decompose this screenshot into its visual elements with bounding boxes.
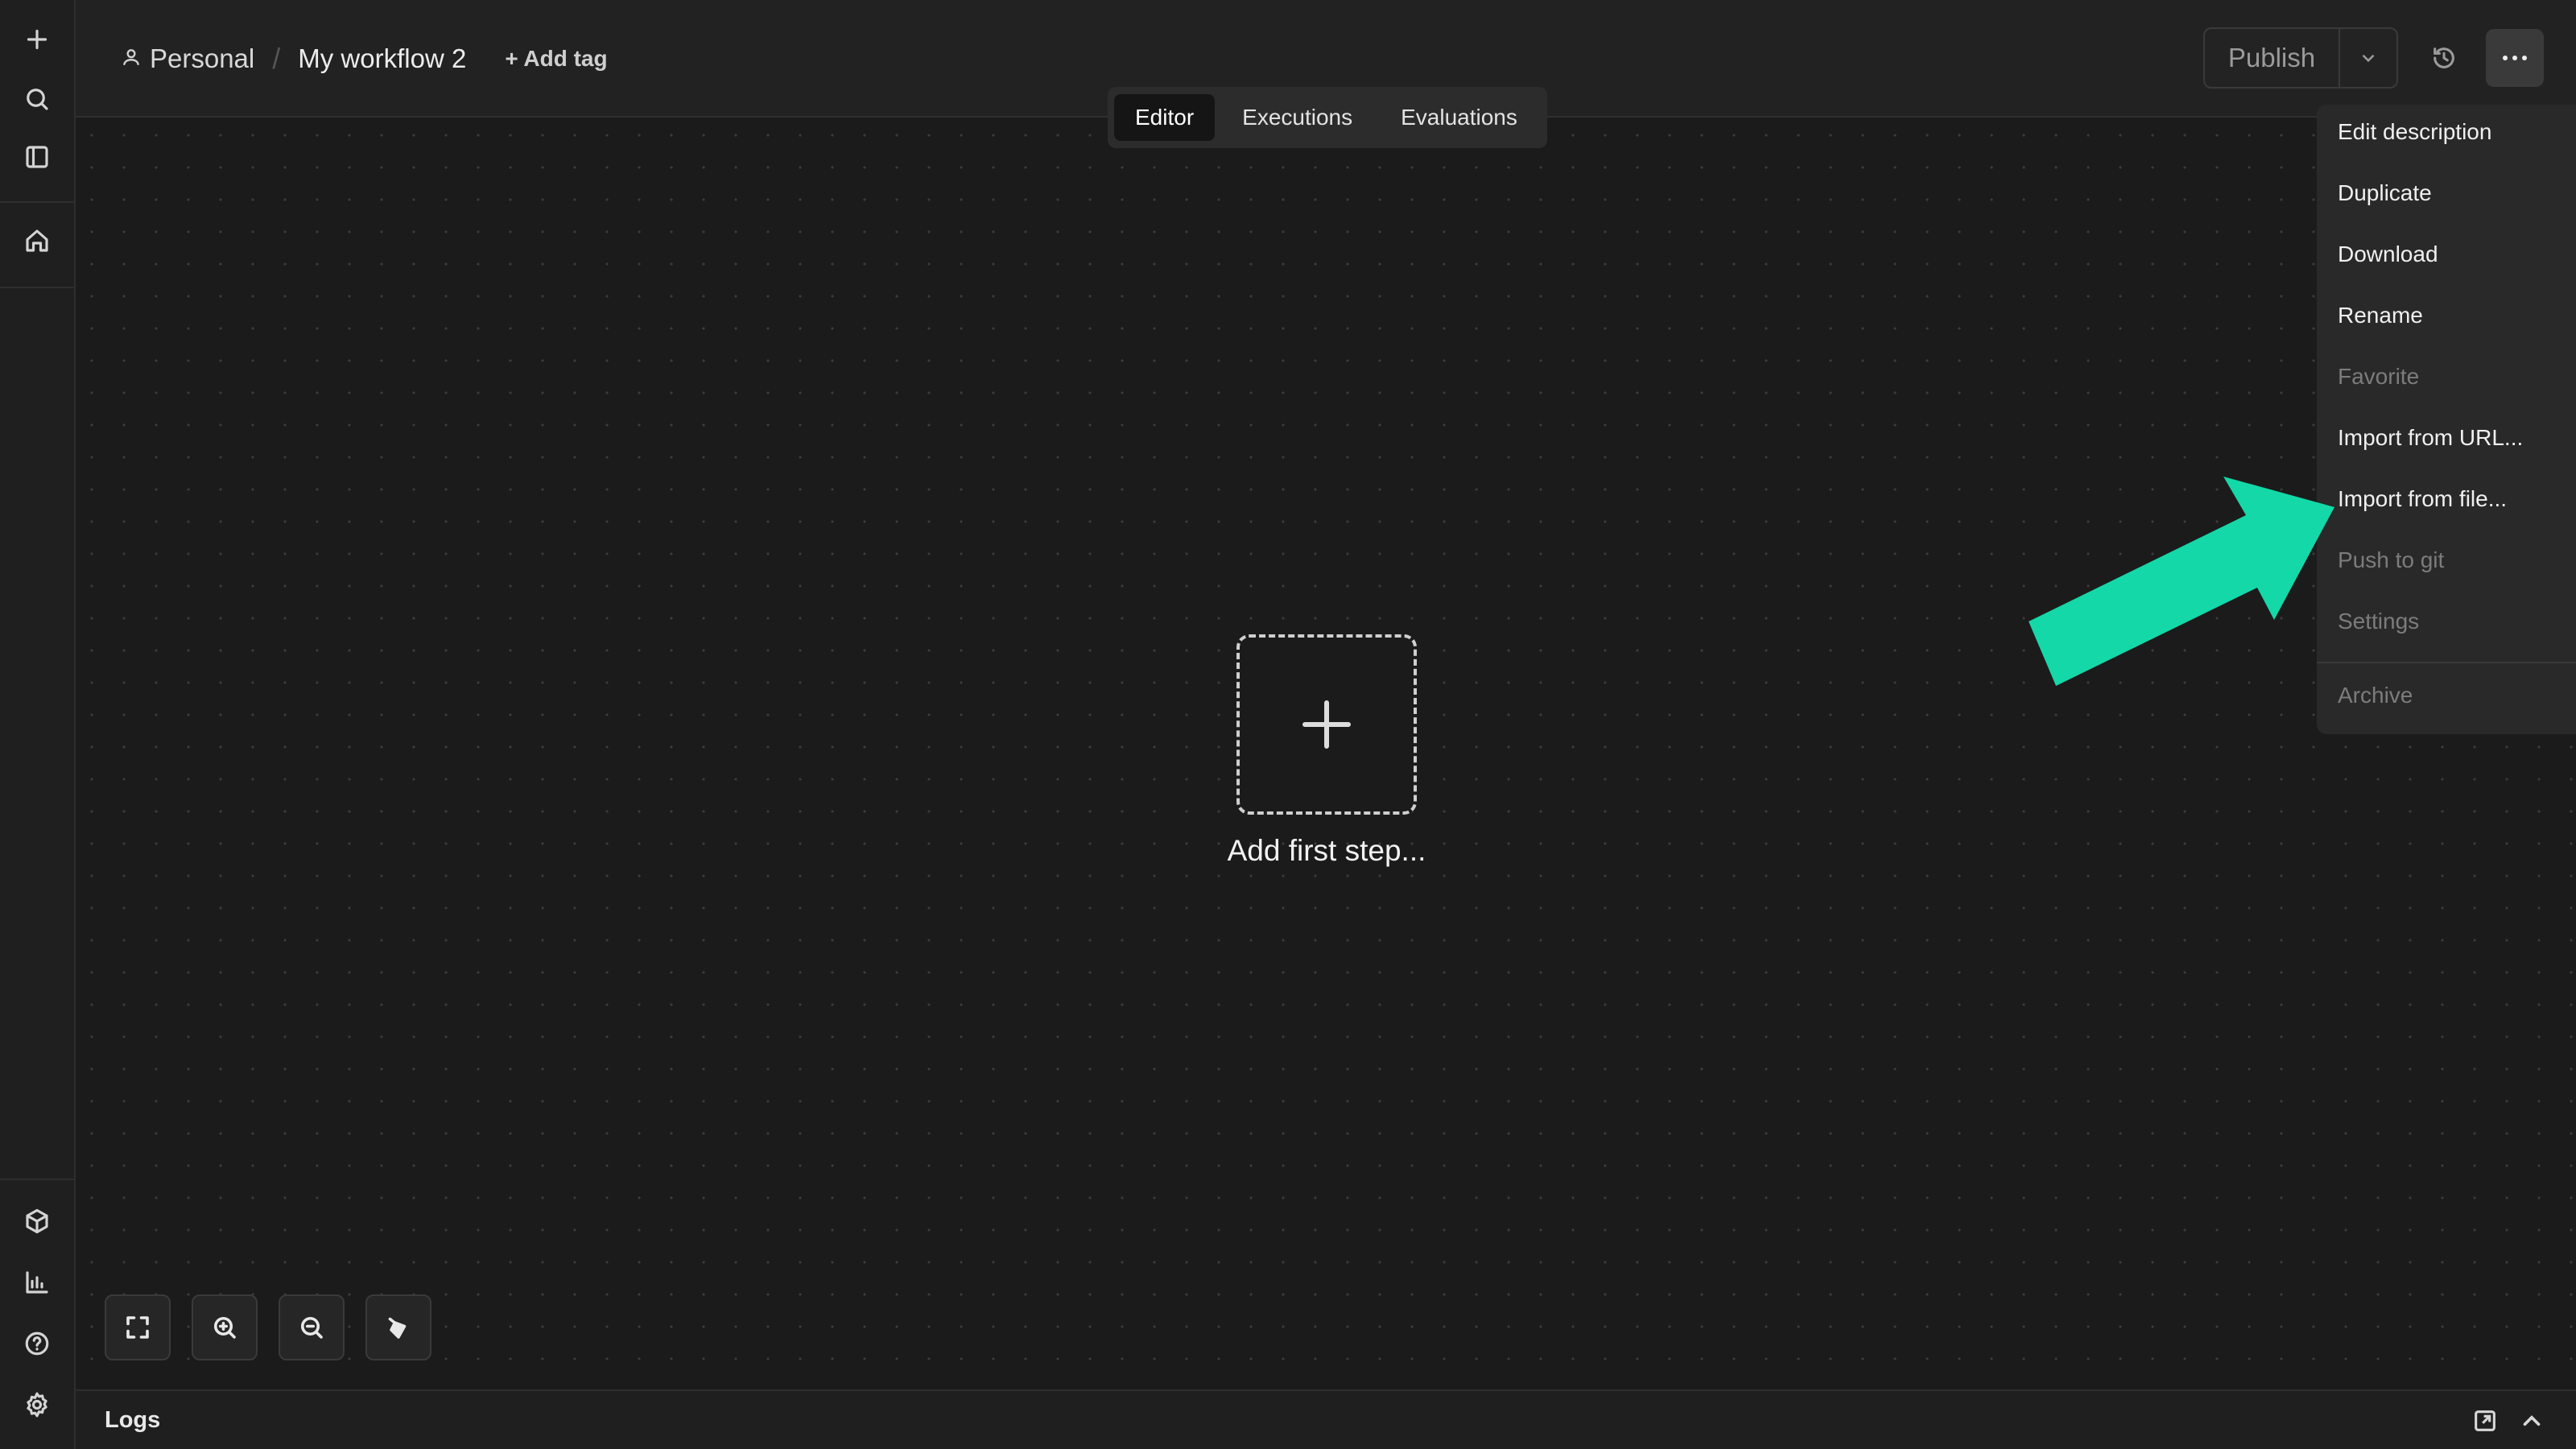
chevron-up-icon <box>2523 1415 2541 1426</box>
ellipsis-icon <box>2512 56 2517 60</box>
menu-divider <box>2317 662 2576 663</box>
sidebar-divider <box>0 201 76 203</box>
workflow-title[interactable]: My workflow 2 <box>298 43 466 74</box>
view-tabs: Editor Executions Evaluations <box>1108 87 1547 148</box>
tab-editor[interactable]: Editor <box>1114 94 1216 141</box>
plus-icon <box>1302 700 1351 749</box>
add-first-step-button[interactable] <box>1236 634 1417 815</box>
settings-icon <box>27 1392 47 1418</box>
menu-item-download[interactable]: Download <box>2338 238 2438 270</box>
help-icon <box>25 1331 49 1356</box>
sidebar-divider <box>0 1179 76 1180</box>
zoom-out-icon <box>300 1316 323 1339</box>
zoom-to-fit-button[interactable] <box>105 1294 171 1360</box>
publish-button[interactable]: Publish <box>2205 29 2340 87</box>
tab-executions[interactable]: Executions <box>1221 94 1373 141</box>
logs-expand-button[interactable] <box>2518 1407 2545 1435</box>
logs-panel[interactable]: Logs <box>76 1389 2576 1449</box>
menu-item-archive: Archive <box>2338 683 2413 708</box>
menu-item-favorite: Favorite <box>2338 364 2420 389</box>
fit-view-icon <box>126 1316 149 1339</box>
canvas-controls <box>105 1294 431 1360</box>
menu-item-rename[interactable]: Rename <box>2338 299 2423 332</box>
plus-icon <box>27 29 47 50</box>
breadcrumb-separator: / <box>272 42 281 75</box>
menu-item-edit-description[interactable]: Edit description <box>2338 116 2491 148</box>
breadcrumb-project[interactable]: Personal <box>150 43 254 74</box>
menu-item-import-from-file[interactable]: Import from file... <box>2338 483 2507 515</box>
left-sidebar <box>0 0 76 1449</box>
person-icon <box>121 47 142 72</box>
ellipsis-icon <box>2503 56 2508 60</box>
insights-button[interactable] <box>14 1259 60 1306</box>
home-button[interactable] <box>14 217 60 264</box>
templates-button[interactable] <box>14 1198 60 1245</box>
add-first-step-label: Add first step... <box>1227 834 1426 867</box>
broom-icon <box>388 1317 407 1339</box>
search-icon <box>27 89 48 110</box>
publish-options-button[interactable] <box>2340 29 2396 87</box>
home-icon <box>26 229 48 252</box>
more-options-button[interactable] <box>2486 29 2544 87</box>
ellipsis-icon <box>2522 56 2527 60</box>
tidy-up-button[interactable] <box>365 1294 431 1360</box>
sidebar-divider <box>0 287 76 288</box>
menu-item-duplicate[interactable]: Duplicate <box>2338 177 2432 209</box>
breadcrumb: Personal / My workflow 2 + Add tag <box>121 40 608 77</box>
logs-label: Logs <box>105 1407 161 1433</box>
workflow-history-button[interactable] <box>2423 37 2465 79</box>
publish-button-group: Publish <box>2203 27 2398 89</box>
add-button[interactable] <box>14 16 60 63</box>
tab-evaluations[interactable]: Evaluations <box>1380 94 1538 141</box>
zoom-in-button[interactable] <box>192 1294 258 1360</box>
menu-item-push-to-git: Push to git <box>2338 547 2445 572</box>
history-icon <box>2434 47 2454 68</box>
app-root: Personal / My workflow 2 + Add tag Publi… <box>0 0 2576 1449</box>
toggle-sidebar-button[interactable] <box>14 134 60 180</box>
panel-toggle-icon <box>26 146 48 168</box>
workflow-options-menu: Edit description Duplicate Download Rena… <box>2317 105 2576 734</box>
zoom-in-icon <box>213 1316 236 1339</box>
insights-icon <box>26 1271 48 1294</box>
search-button[interactable] <box>14 76 60 122</box>
chevron-down-icon <box>2362 54 2375 63</box>
popout-icon <box>2475 1410 2496 1431</box>
templates-icon <box>26 1208 48 1234</box>
help-button[interactable] <box>14 1320 60 1367</box>
menu-item-import-from-url[interactable]: Import from URL... <box>2338 422 2523 454</box>
workflow-canvas[interactable]: Add first step... <box>76 119 2576 1389</box>
settings-button[interactable] <box>14 1381 60 1428</box>
add-tag-button[interactable]: + Add tag <box>505 46 607 72</box>
zoom-out-button[interactable] <box>279 1294 345 1360</box>
menu-item-settings: Settings <box>2338 609 2420 634</box>
logs-popout-button[interactable] <box>2471 1407 2499 1435</box>
